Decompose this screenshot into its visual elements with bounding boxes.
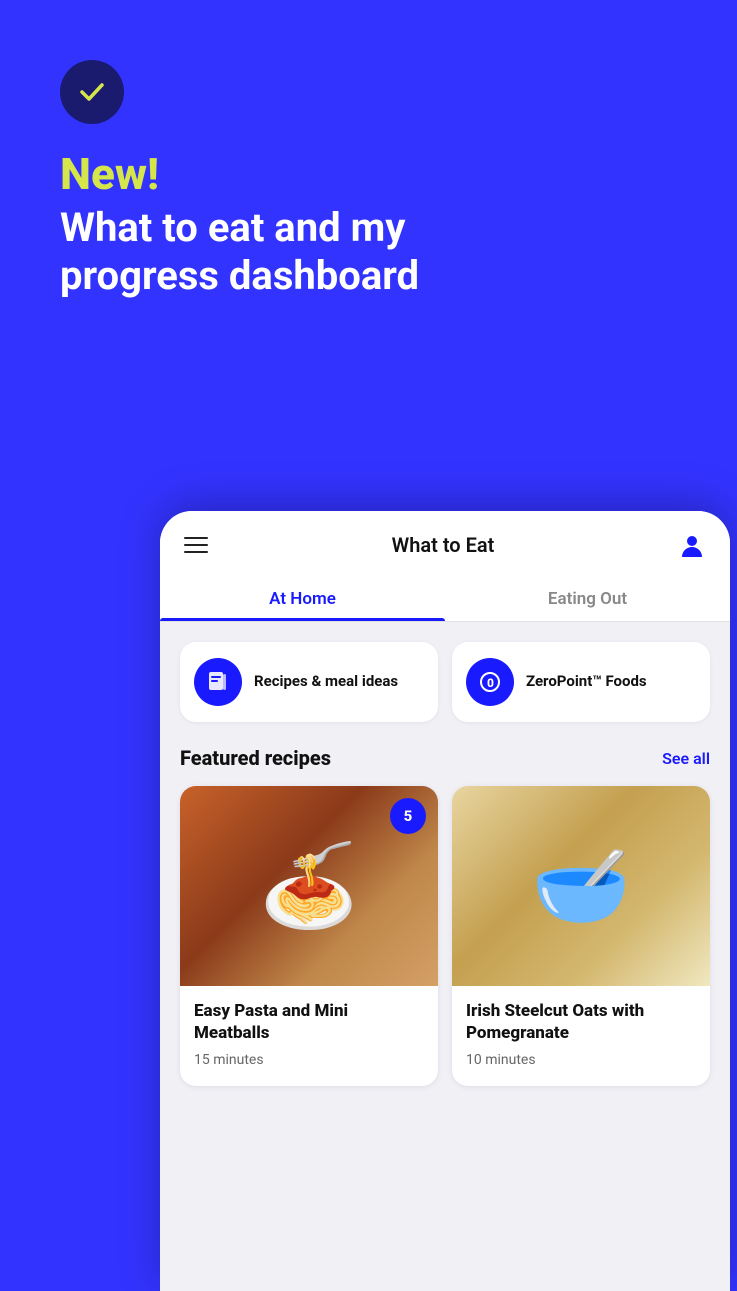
see-all-link[interactable]: See all <box>662 749 710 768</box>
checkmark-badge <box>60 60 124 124</box>
zeropoint-label: ZeroPoint™ Foods <box>526 672 647 692</box>
svg-text:0: 0 <box>487 676 494 690</box>
checkmark-icon <box>76 76 108 108</box>
app-header: What to Eat <box>160 511 730 575</box>
zeropoint-foods-button[interactable]: 0 ZeroPoint™ Foods <box>452 642 710 722</box>
hero-headline: What to eat and my progress dashboard <box>60 204 419 300</box>
user-profile-icon[interactable] <box>678 531 706 559</box>
new-label: New! <box>60 152 419 196</box>
recipes-meal-ideas-button[interactable]: Recipes & meal ideas <box>180 642 438 722</box>
recipe-book-icon <box>194 658 242 706</box>
recipe-card-oats[interactable]: Irish Steelcut Oats with Pomegranate 10 … <box>452 786 710 1086</box>
featured-header: Featured recipes See all <box>180 746 710 770</box>
tab-at-home[interactable]: At Home <box>160 575 445 621</box>
hero-content: New! What to eat and my progress dashboa… <box>60 60 419 300</box>
recipe-image-oats <box>452 786 710 986</box>
recipe-name-oats: Irish Steelcut Oats with Pomegranate <box>466 1000 696 1044</box>
featured-recipes-section: Featured recipes See all 5 Easy Pasta an… <box>160 738 730 1086</box>
zeropoint-icon: 0 <box>466 658 514 706</box>
recipe-time-oats: 10 minutes <box>466 1052 696 1068</box>
featured-title: Featured recipes <box>180 746 331 770</box>
tab-bar: At Home Eating Out <box>160 575 730 622</box>
tab-eating-out[interactable]: Eating Out <box>445 575 730 621</box>
recipe-cards-container: 5 Easy Pasta and Mini Meatballs 15 minut… <box>180 786 710 1086</box>
recipe-card-pasta[interactable]: 5 Easy Pasta and Mini Meatballs 15 minut… <box>180 786 438 1086</box>
recipe-image-pasta: 5 <box>180 786 438 986</box>
app-title: What to Eat <box>392 533 495 557</box>
phone-mockup: What to Eat At Home Eating Out Recipe <box>160 511 730 1291</box>
recipe-time-pasta: 15 minutes <box>194 1052 424 1068</box>
quick-links-section: Recipes & meal ideas 0 ZeroPoint™ Foods <box>160 622 730 738</box>
hamburger-menu-button[interactable] <box>184 537 208 553</box>
points-badge-pasta: 5 <box>390 798 426 834</box>
recipe-name-pasta: Easy Pasta and Mini Meatballs <box>194 1000 424 1044</box>
recipes-label: Recipes & meal ideas <box>254 672 398 692</box>
